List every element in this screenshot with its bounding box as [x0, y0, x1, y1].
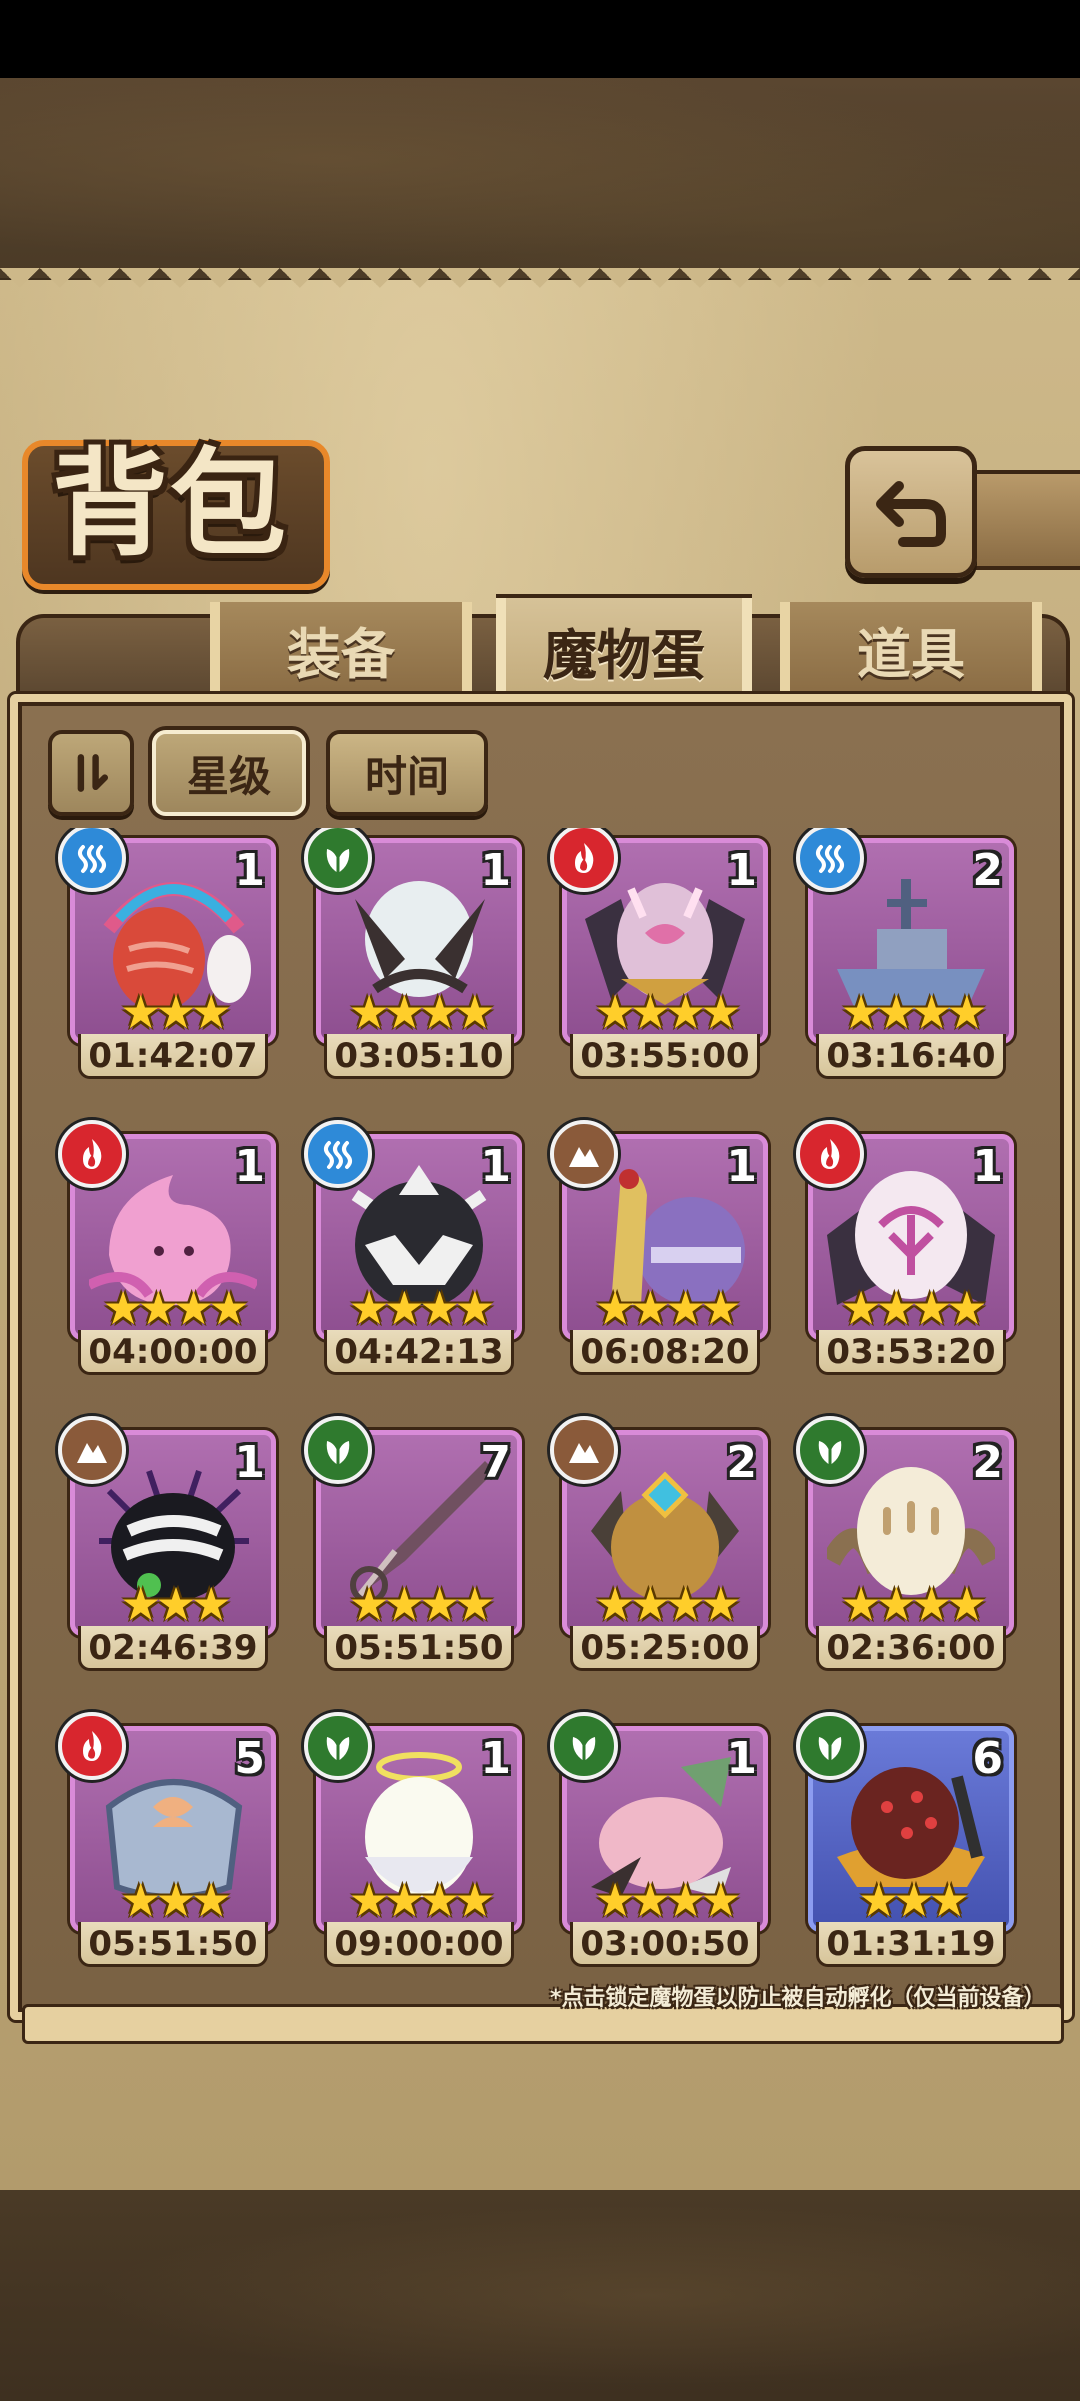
egg-count: 1 — [726, 1141, 757, 1192]
hatch-timer: 05:51:50 — [78, 1922, 268, 1967]
nature-element-icon — [304, 1712, 372, 1780]
sort-by-star-button[interactable]: 星级 — [152, 730, 306, 816]
egg-count: 1 — [726, 845, 757, 896]
egg-stars: ★★★★ — [348, 1281, 496, 1335]
egg-count: 1 — [480, 845, 511, 896]
egg-stars: ★★★★ — [840, 985, 988, 1039]
egg-slot[interactable]: 1 ★★★★ 03:53:20 — [796, 1120, 1014, 1380]
tab-equipment[interactable]: 装备 — [210, 602, 472, 696]
egg-count: 2 — [972, 1437, 1003, 1488]
egg-stars: ★★★★ — [102, 1281, 250, 1335]
water-element-icon — [304, 1120, 372, 1188]
egg-count: 2 — [726, 1437, 757, 1488]
page-title: 背包 — [52, 437, 288, 572]
egg-slot[interactable]: 1 ★★★★ 04:00:00 — [58, 1120, 276, 1380]
egg-stars: ★★★★ — [594, 1873, 742, 1927]
back-button[interactable] — [845, 446, 977, 578]
map-background-top — [0, 78, 1080, 278]
egg-slot[interactable]: 1 ★★★★ 03:05:10 — [304, 828, 522, 1084]
egg-count: 5 — [234, 1733, 265, 1784]
tab-items[interactable]: 道具 — [780, 602, 1042, 696]
egg-slot[interactable]: 6 ★★★ 01:31:19 — [796, 1712, 1014, 1970]
egg-grid: 1 ★★★ 01:42:07 1 ★★★★ 03:05:10 1 ★★★★ 03:55:00 2 ★… — [30, 828, 1050, 1970]
status-bar — [0, 0, 1080, 78]
parchment-torn-edge-top — [0, 268, 1080, 308]
hatch-timer: 02:46:39 — [78, 1626, 268, 1671]
egg-slot[interactable]: 1 ★★★★ 04:42:13 — [304, 1120, 522, 1380]
sort-time-label: 时间 — [364, 751, 449, 801]
hatch-timer: 06:08:20 — [570, 1330, 760, 1375]
egg-slot[interactable]: 1 ★★★★ 09:00:00 — [304, 1712, 522, 1970]
hatch-timer: 01:42:07 — [78, 1034, 268, 1079]
egg-stars: ★★★ — [120, 985, 232, 1039]
egg-stars: ★★★★ — [840, 1577, 988, 1631]
egg-stars: ★★★ — [120, 1577, 232, 1631]
egg-count: 1 — [972, 1141, 1003, 1192]
egg-slot[interactable]: 1 ★★★★ 06:08:20 — [550, 1120, 768, 1380]
egg-slot[interactable]: 5 ★★★ 05:51:50 — [58, 1712, 276, 1970]
egg-stars: ★★★★ — [594, 1577, 742, 1631]
egg-slot[interactable]: 1 ★★★ 01:42:07 — [58, 828, 276, 1084]
hatch-timer: 01:31:19 — [816, 1922, 1006, 1967]
egg-slot[interactable]: 2 ★★★★ 03:16:40 — [796, 828, 1014, 1084]
hatch-timer: 03:05:10 — [324, 1034, 514, 1079]
egg-count: 1 — [234, 1437, 265, 1488]
egg-count: 1 — [234, 1141, 265, 1192]
fire-element-icon — [796, 1120, 864, 1188]
hatch-timer: 09:00:00 — [324, 1922, 514, 1967]
egg-slot[interactable]: 1 ★★★★ 03:55:00 — [550, 828, 768, 1084]
egg-stars: ★★★★ — [594, 1281, 742, 1335]
egg-count: 1 — [234, 845, 265, 896]
hatch-timer: 03:16:40 — [816, 1034, 1006, 1079]
egg-count: 7 — [480, 1437, 511, 1488]
hatch-timer: 03:53:20 — [816, 1330, 1006, 1375]
egg-stars: ★★★★ — [348, 1577, 496, 1631]
sort-order-toggle[interactable] — [48, 730, 134, 816]
egg-stars: ★★★★ — [348, 985, 496, 1039]
egg-stars: ★★★★ — [348, 1873, 496, 1927]
earth-element-icon — [550, 1416, 618, 1484]
egg-slot[interactable]: 2 ★★★★ 02:36:00 — [796, 1416, 1014, 1676]
egg-slot[interactable]: 1 ★★★★ 03:00:50 — [550, 1712, 768, 1970]
tab-label: 魔物蛋 — [543, 623, 705, 687]
egg-slot[interactable]: 7 ★★★★ 05:51:50 — [304, 1416, 522, 1676]
egg-count: 1 — [480, 1733, 511, 1784]
egg-stars: ★★★ — [120, 1873, 232, 1927]
hatch-timer: 03:55:00 — [570, 1034, 760, 1079]
lock-hint-text: *点击锁定魔物蛋以防止被自动孵化（仅当前设备） — [550, 1986, 1046, 2011]
parchment-torn-edge-bottom — [0, 2150, 1080, 2190]
sort-star-label: 星级 — [186, 751, 271, 801]
fire-element-icon — [58, 1712, 126, 1780]
map-background-bottom — [0, 2190, 1080, 2401]
nature-element-icon — [796, 1416, 864, 1484]
sort-order-icon — [77, 754, 109, 792]
egg-count: 2 — [972, 845, 1003, 896]
egg-stars: ★★★★ — [840, 1281, 988, 1335]
hatch-timer: 04:00:00 — [78, 1330, 268, 1375]
sort-by-time-button[interactable]: 时间 — [326, 730, 488, 816]
hatch-timer: 03:00:50 — [570, 1922, 760, 1967]
nature-element-icon — [304, 1416, 372, 1484]
egg-slot[interactable]: 1 ★★★ 02:46:39 — [58, 1416, 276, 1676]
egg-slot[interactable]: 2 ★★★★ 05:25:00 — [550, 1416, 768, 1676]
egg-stars: ★★★★ — [594, 985, 742, 1039]
return-arrow-icon — [876, 481, 946, 547]
egg-count: 6 — [972, 1733, 1003, 1784]
hatch-timer: 02:36:00 — [816, 1626, 1006, 1671]
egg-count: 1 — [726, 1733, 757, 1784]
hatch-timer: 04:42:13 — [324, 1330, 514, 1375]
egg-stars: ★★★ — [858, 1873, 970, 1927]
tab-label: 道具 — [857, 622, 965, 686]
egg-count: 1 — [480, 1141, 511, 1192]
nature-element-icon — [550, 1712, 618, 1780]
hatch-timer: 05:25:00 — [570, 1626, 760, 1671]
tab-monster-eggs[interactable]: 魔物蛋 — [496, 598, 752, 702]
hatch-timer: 05:51:50 — [324, 1626, 514, 1671]
earth-element-icon — [550, 1120, 618, 1188]
nature-element-icon — [796, 1712, 864, 1780]
earth-element-icon — [58, 1416, 126, 1484]
fire-element-icon — [58, 1120, 126, 1188]
tab-label: 装备 — [287, 622, 395, 686]
